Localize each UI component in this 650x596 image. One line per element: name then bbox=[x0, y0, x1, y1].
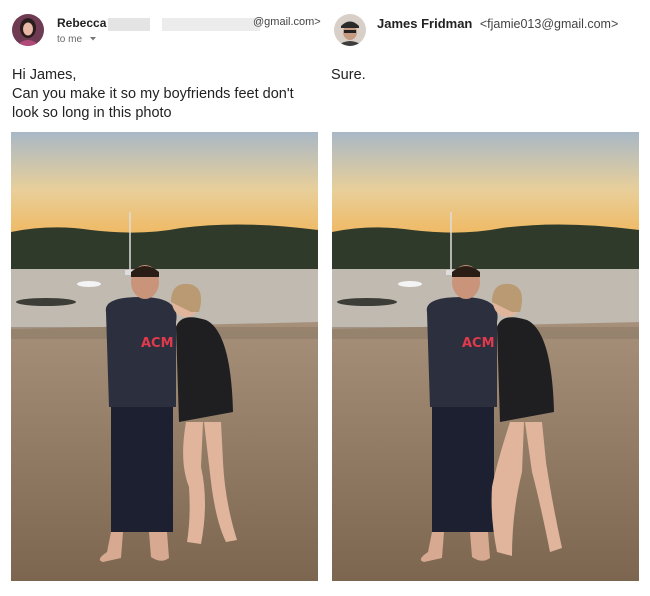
shirt-text: ACM bbox=[462, 336, 495, 351]
right-sender: James Fridman <fjamie013@gmail.com> bbox=[377, 15, 618, 33]
chevron-down-icon[interactable] bbox=[89, 36, 97, 42]
edited-photo: ACM bbox=[332, 132, 639, 581]
to-label: to me bbox=[57, 34, 83, 45]
body-line: Sure. bbox=[331, 67, 366, 83]
shirt-text: ACM bbox=[141, 336, 174, 351]
body-line: Hi James, bbox=[12, 67, 77, 83]
avatar-james bbox=[334, 14, 366, 46]
sender-name-james: James Fridman bbox=[377, 16, 473, 31]
right-email-body: Sure. bbox=[331, 66, 366, 85]
body-line: Can you make it so my boyfriends feet do… bbox=[12, 86, 294, 102]
sender-email-james: <fjamie013@gmail.com> bbox=[479, 17, 619, 31]
sender-email-suffix: @gmail.com> bbox=[253, 16, 321, 28]
avatar-rebecca bbox=[12, 14, 44, 46]
redacted-email bbox=[108, 16, 260, 34]
body-line: look so long in this photo bbox=[12, 105, 172, 121]
left-email-body: Hi James, Can you make it so my boyfrien… bbox=[12, 66, 327, 123]
sender-name-rebecca: Rebecca bbox=[57, 16, 107, 30]
original-photo: ACM bbox=[11, 132, 318, 581]
recipient-toggle[interactable]: to me bbox=[57, 34, 97, 45]
